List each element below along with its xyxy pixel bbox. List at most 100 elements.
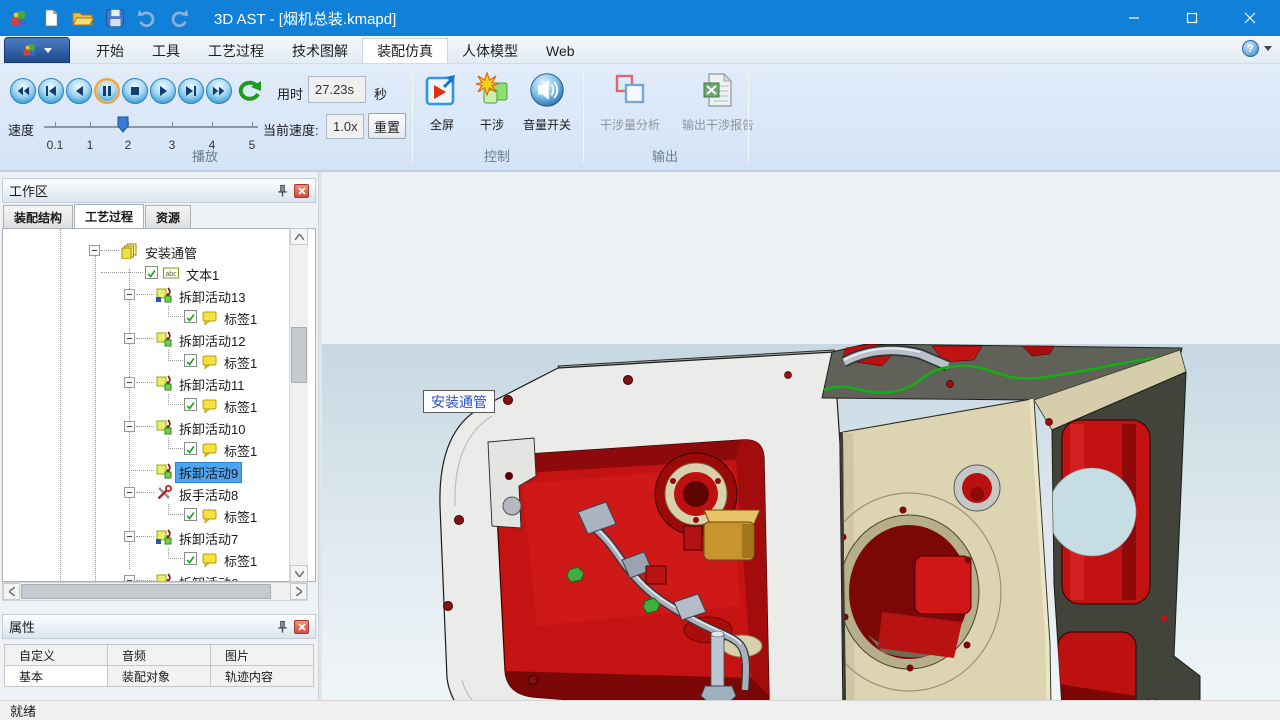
checkbox-checked[interactable]: [184, 442, 197, 455]
props-tab-assembly-object[interactable]: 装配对象: [107, 665, 211, 687]
maximize-button[interactable]: [1163, 0, 1221, 36]
fullscreen-button[interactable]: 全屏: [418, 72, 466, 133]
tree-expander[interactable]: [124, 289, 135, 300]
tab-assembly-structure[interactable]: 装配结构: [3, 205, 73, 228]
undo-icon[interactable]: [134, 5, 160, 31]
tag-icon: [202, 551, 218, 567]
close-button[interactable]: [1221, 0, 1279, 36]
checkbox-checked[interactable]: [184, 508, 197, 521]
new-document-icon[interactable]: [38, 5, 64, 31]
reset-button[interactable]: 重置: [368, 113, 406, 139]
checkbox-checked[interactable]: [184, 552, 197, 565]
tab-web[interactable]: Web: [532, 38, 589, 63]
tick-label: 0.1: [47, 138, 64, 152]
tree-row[interactable]: 标签1: [3, 394, 289, 416]
3d-viewport[interactable]: Z X Y 安装通管 KMSoft: [322, 344, 1280, 720]
tree-vertical-scrollbar[interactable]: [289, 228, 308, 582]
tree-expander[interactable]: [124, 575, 135, 582]
loop-button[interactable]: [236, 80, 262, 109]
scrollbar-thumb[interactable]: [291, 327, 307, 383]
tree-expander[interactable]: [124, 531, 135, 542]
interference-analysis-icon: [612, 72, 648, 108]
tree-row[interactable]: 标签1: [3, 548, 289, 570]
tab-start[interactable]: 开始: [82, 38, 138, 63]
application-menu-button[interactable]: [4, 37, 70, 63]
skip-to-end-button[interactable]: [178, 78, 204, 104]
current-speed-field[interactable]: 1.0x: [326, 114, 364, 139]
tree-expander[interactable]: [124, 487, 135, 498]
save-icon[interactable]: [102, 5, 128, 31]
tag-icon: [202, 441, 218, 457]
scroll-up-button[interactable]: [290, 228, 308, 245]
step-back-button[interactable]: [66, 78, 92, 104]
pause-button[interactable]: [94, 78, 120, 104]
tree-horizontal-scrollbar[interactable]: [2, 582, 308, 601]
elapsed-field[interactable]: 27.23s: [308, 76, 366, 103]
tree-expander[interactable]: [89, 245, 100, 256]
props-tab-basic[interactable]: 基本: [4, 665, 108, 687]
fast-forward-button[interactable]: [206, 78, 232, 104]
checkbox-checked[interactable]: [184, 354, 197, 367]
speed-slider-track[interactable]: [44, 126, 258, 128]
properties-title: 属性: [9, 617, 35, 636]
tree-row[interactable]: 标签1: [3, 438, 289, 460]
tree-row-selected[interactable]: 拆卸活动9: [3, 460, 289, 482]
checkbox-checked[interactable]: [145, 266, 158, 279]
speed-slider-thumb[interactable]: [117, 116, 129, 138]
tree-row[interactable]: 拆卸活动7: [3, 526, 289, 548]
tree-row[interactable]: 文本1: [3, 262, 289, 284]
play-button[interactable]: [150, 78, 176, 104]
minimize-button[interactable]: [1105, 0, 1163, 36]
rewind-button[interactable]: [10, 78, 36, 104]
pin-icon[interactable]: [276, 620, 289, 634]
tree-row[interactable]: 安装通管: [3, 240, 289, 262]
workspace-close-button[interactable]: [294, 184, 309, 198]
props-tab-custom[interactable]: 自定义: [4, 644, 108, 666]
tree-row[interactable]: 标签1: [3, 504, 289, 526]
tab-human-model[interactable]: 人体模型: [448, 38, 532, 63]
properties-close-button[interactable]: [294, 620, 309, 634]
tree-row[interactable]: 拆卸活动11: [3, 372, 289, 394]
tab-resources[interactable]: 资源: [145, 205, 191, 228]
chevron-down-icon[interactable]: [1264, 46, 1272, 51]
checkbox-checked[interactable]: [184, 398, 197, 411]
tree-expander[interactable]: [124, 377, 135, 388]
tree-row[interactable]: 拆卸活动10: [3, 416, 289, 438]
stop-button[interactable]: [122, 78, 148, 104]
interference-button[interactable]: 干涉: [470, 72, 514, 133]
interference-analysis-button[interactable]: 干涉量分析: [588, 72, 672, 133]
tab-technical-illustration[interactable]: 技术图解: [278, 38, 362, 63]
tree-row[interactable]: 拆卸活动12: [3, 328, 289, 350]
scroll-left-button[interactable]: [3, 583, 20, 600]
tab-process-tree[interactable]: 工艺过程: [74, 204, 144, 228]
props-tab-audio[interactable]: 音频: [107, 644, 211, 666]
tree-row[interactable]: 标签1: [3, 350, 289, 372]
tree-row[interactable]: 拆卸活动6: [3, 570, 289, 582]
disassembly-icon: [156, 287, 172, 303]
wrench-icon: [156, 485, 172, 501]
workspace-panel-header: 工作区: [2, 178, 316, 203]
group-label-playback: 播放: [150, 146, 260, 165]
tree-row[interactable]: 扳手活动8: [3, 482, 289, 504]
scroll-down-button[interactable]: [290, 565, 308, 582]
scroll-right-button[interactable]: [290, 583, 307, 600]
tree-row[interactable]: 拆卸活动13: [3, 284, 289, 306]
redo-icon[interactable]: [166, 5, 192, 31]
checkbox-checked[interactable]: [184, 310, 197, 323]
tree-expander[interactable]: [124, 421, 135, 432]
workspace-title: 工作区: [9, 181, 48, 200]
scrollbar-thumb[interactable]: [21, 584, 271, 599]
tree-row[interactable]: 标签1: [3, 306, 289, 328]
pin-icon[interactable]: [276, 184, 289, 198]
skip-to-start-button[interactable]: [38, 78, 64, 104]
tab-process[interactable]: 工艺过程: [194, 38, 278, 63]
tree-expander[interactable]: [124, 333, 135, 344]
tab-tools[interactable]: 工具: [138, 38, 194, 63]
props-tab-trajectory[interactable]: 轨迹内容: [210, 665, 314, 687]
help-icon[interactable]: ?: [1242, 40, 1259, 57]
window-title: 3D AST - [烟机总装.kmapd]: [214, 8, 396, 29]
props-tab-image[interactable]: 图片: [210, 644, 314, 666]
tab-assembly-simulation[interactable]: 装配仿真: [362, 38, 448, 63]
volume-toggle-button[interactable]: 音量开关: [516, 72, 578, 133]
open-folder-icon[interactable]: [70, 5, 96, 31]
